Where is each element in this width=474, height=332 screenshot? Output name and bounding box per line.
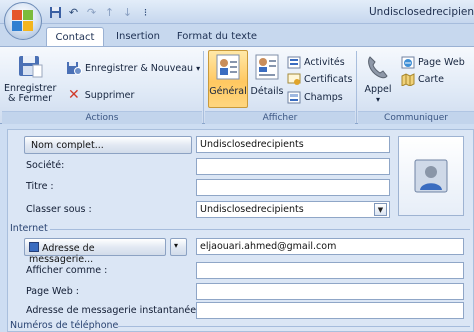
title-input[interactable] [196, 179, 390, 196]
details-button[interactable]: Détails [250, 53, 284, 97]
general-button[interactable]: Général [208, 53, 248, 97]
save-close-button[interactable]: Enregistrer & Fermer [4, 53, 56, 104]
phone-section-line [118, 326, 470, 327]
company-label: Société: [26, 160, 65, 171]
quick-access-toolbar: ↶ ↷ ↑ ↓ ⁝ [48, 5, 153, 20]
phone-section-title: Numéros de téléphone [10, 320, 119, 331]
email-address-button[interactable]: Adresse de messagerie... [24, 238, 166, 265]
delete-label: Supprimer [84, 89, 135, 101]
save-new-label: Enregistrer & Nouveau [85, 62, 194, 74]
title-label: Titre : [26, 181, 54, 192]
fields-button[interactable]: Champs [287, 91, 343, 104]
contact-photo-icon [414, 159, 448, 193]
im-address-label: Adresse de messagerie instantanée : [26, 305, 203, 316]
fields-label: Champs [304, 92, 343, 103]
map-label: Carte [418, 74, 444, 85]
redo-icon[interactable]: ↷ [84, 5, 99, 20]
file-as-label: Classer sous : [26, 204, 92, 215]
tab-contact[interactable]: Contact [46, 27, 104, 46]
full-name-button[interactable]: Nom complet... [24, 136, 192, 154]
ribbon: Enregistrer & Fermer Enregistrer & Nouve… [0, 46, 474, 124]
general-label: Général [209, 86, 247, 97]
internet-section-title: Internet [10, 223, 48, 234]
details-icon [254, 53, 280, 81]
map-button[interactable]: Carte [401, 73, 444, 87]
customize-icon[interactable]: ⁝ [138, 5, 153, 20]
activities-icon [287, 56, 301, 69]
email-input[interactable]: eljaouari.ahmed@gmail.com [196, 238, 464, 255]
save-close-icon [15, 53, 45, 81]
full-name-input[interactable]: Undisclosedrecipients [196, 136, 390, 153]
certificates-button[interactable]: Certificats [287, 73, 352, 86]
office-logo-icon [12, 10, 34, 32]
group-afficher-label: Afficher [205, 111, 355, 124]
chevron-down-icon[interactable]: ▼ [374, 203, 387, 216]
general-icon [215, 53, 241, 81]
save-icon[interactable] [48, 5, 63, 20]
up-arrow-icon[interactable]: ↑ [102, 5, 117, 20]
title-bar: ↶ ↷ ↑ ↓ ⁝ Undisclosedrecipients [0, 0, 474, 24]
certificate-icon [287, 73, 301, 86]
contact-photo-button[interactable] [398, 136, 464, 216]
address-book-icon [29, 242, 39, 252]
save-new-button[interactable]: Enregistrer & Nouveau ▾ [66, 61, 200, 75]
undo-icon[interactable]: ↶ [66, 5, 81, 20]
activities-label: Activités [304, 57, 345, 68]
delete-button[interactable]: ✕ Supprimer [66, 87, 134, 103]
web-page-icon [401, 56, 415, 69]
company-input[interactable] [196, 158, 390, 175]
im-address-input[interactable] [196, 302, 464, 319]
tab-format-du-texte[interactable]: Format du texte [172, 27, 262, 46]
map-icon [401, 73, 415, 87]
display-as-label: Afficher comme : [26, 265, 108, 276]
call-button[interactable]: Appel ▾ [360, 53, 396, 105]
email-type-dropdown[interactable]: ▾ [170, 238, 187, 256]
window-title: Undisclosedrecipients [369, 6, 474, 18]
display-as-input[interactable] [196, 262, 464, 279]
delete-icon: ✕ [68, 87, 80, 103]
details-label: Détails [250, 86, 284, 97]
save-new-caret: ▾ [196, 63, 201, 73]
call-caret: ▾ [375, 95, 380, 104]
group-separator [356, 51, 357, 123]
fields-icon [287, 91, 301, 104]
save-close-label-2: & Fermer [8, 93, 52, 104]
call-label: Appel [364, 84, 392, 95]
group-separator [203, 51, 204, 123]
save-new-icon [66, 61, 82, 75]
phone-icon [365, 53, 391, 81]
certificates-label: Certificats [304, 74, 353, 85]
web-page-button[interactable]: Page Web [401, 56, 465, 69]
activities-button[interactable]: Activités [287, 56, 345, 69]
group-actions-label: Actions [2, 111, 202, 124]
file-as-select[interactable]: Undisclosedrecipients [196, 201, 390, 218]
tab-insertion[interactable]: Insertion [108, 27, 168, 46]
web-page-input[interactable] [196, 283, 464, 300]
internet-section-line [50, 229, 470, 230]
web-page-field-label: Page Web : [26, 286, 79, 297]
office-button[interactable] [4, 2, 42, 40]
ribbon-tabs: Contact Insertion Format du texte [0, 24, 474, 46]
down-arrow-icon[interactable]: ↓ [120, 5, 135, 20]
web-page-label: Page Web [418, 57, 465, 68]
group-communiquer-label: Communiquer [358, 111, 474, 124]
